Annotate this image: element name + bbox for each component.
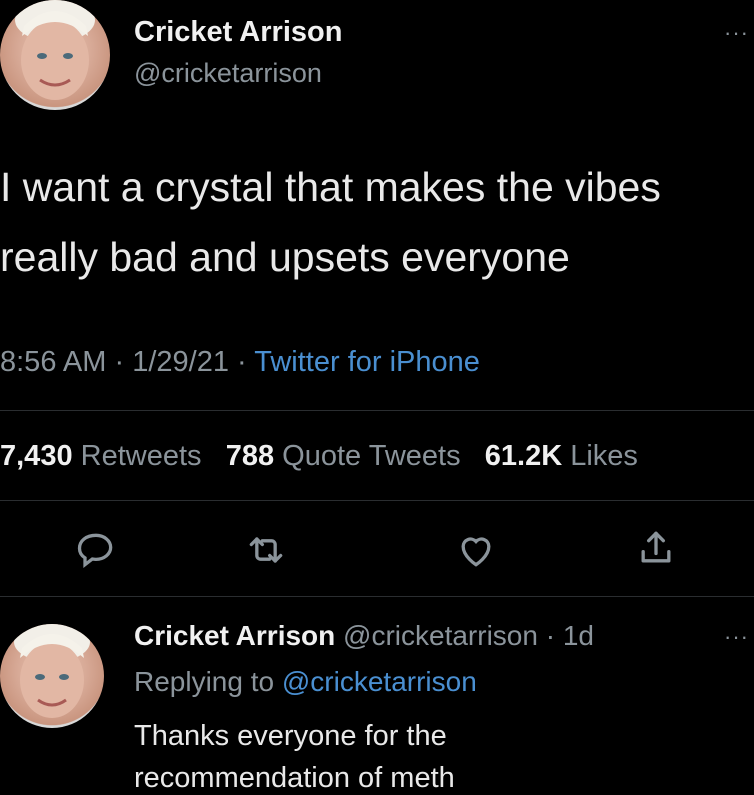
tweet-source[interactable]: Twitter for iPhone xyxy=(254,346,480,378)
divider xyxy=(0,500,754,501)
tweet-text-line-1: I want a crystal that makes the vibes xyxy=(0,164,661,210)
likes-label: Likes xyxy=(570,440,638,472)
quotes-label: Quote Tweets xyxy=(282,440,461,472)
avatar-face-icon xyxy=(15,0,95,100)
share-icon[interactable] xyxy=(634,526,678,570)
author-handle[interactable]: @cricketarrison xyxy=(134,58,322,89)
reply-more-options-icon[interactable]: ··· xyxy=(724,624,749,650)
meta-separator: · xyxy=(114,346,125,378)
author-name[interactable]: Cricket Arrison xyxy=(134,16,342,49)
quotes-count: 788 xyxy=(225,440,275,472)
like-icon[interactable] xyxy=(454,528,498,572)
tweet-text-line-2: really bad and upsets everyone xyxy=(0,234,570,280)
reply-author-name[interactable]: Cricket Arrison xyxy=(134,620,335,651)
retweets-count: 7,430 xyxy=(0,440,73,472)
avatar-face-icon xyxy=(14,624,90,718)
reply-text-line-1: Thanks everyone for the xyxy=(134,720,447,752)
tweet-meta: 8:56 AM · 1/29/21 · Twitter for iPhone xyxy=(0,346,480,379)
reply-author-handle[interactable]: @cricketarrison xyxy=(343,620,538,651)
retweets-stat[interactable]: 7,430 Retweets xyxy=(0,440,210,472)
likes-count: 61.2K xyxy=(484,440,563,472)
replying-to-prefix: Replying to xyxy=(134,666,275,697)
divider xyxy=(0,410,754,411)
author-avatar[interactable] xyxy=(0,0,110,110)
tweet-stats: 7,430 Retweets 788 Quote Tweets 61.2K Li… xyxy=(0,440,638,473)
more-options-icon[interactable]: ··· xyxy=(724,20,749,46)
reply-age[interactable]: 1d xyxy=(563,620,594,651)
likes-stat[interactable]: 61.2K Likes xyxy=(485,440,638,472)
meta-separator: · xyxy=(545,620,556,651)
tweet-time[interactable]: 8:56 AM xyxy=(0,346,106,378)
reply-icon[interactable] xyxy=(74,528,118,572)
divider xyxy=(0,596,754,597)
replying-to-line: Replying to @cricketarrison xyxy=(134,666,477,698)
tweet-date[interactable]: 1/29/21 xyxy=(132,346,229,378)
reply-text-line-2: recommendation of meth xyxy=(134,762,455,794)
quotes-stat[interactable]: 788 Quote Tweets xyxy=(226,440,469,472)
meta-separator: · xyxy=(237,346,247,378)
replying-to-handle[interactable]: @cricketarrison xyxy=(282,666,477,697)
retweets-label: Retweets xyxy=(80,440,202,472)
retweet-icon[interactable] xyxy=(244,528,288,572)
reply-author-avatar[interactable] xyxy=(0,624,104,728)
reply-header: Cricket Arrison @cricketarrison · 1d xyxy=(134,620,594,652)
